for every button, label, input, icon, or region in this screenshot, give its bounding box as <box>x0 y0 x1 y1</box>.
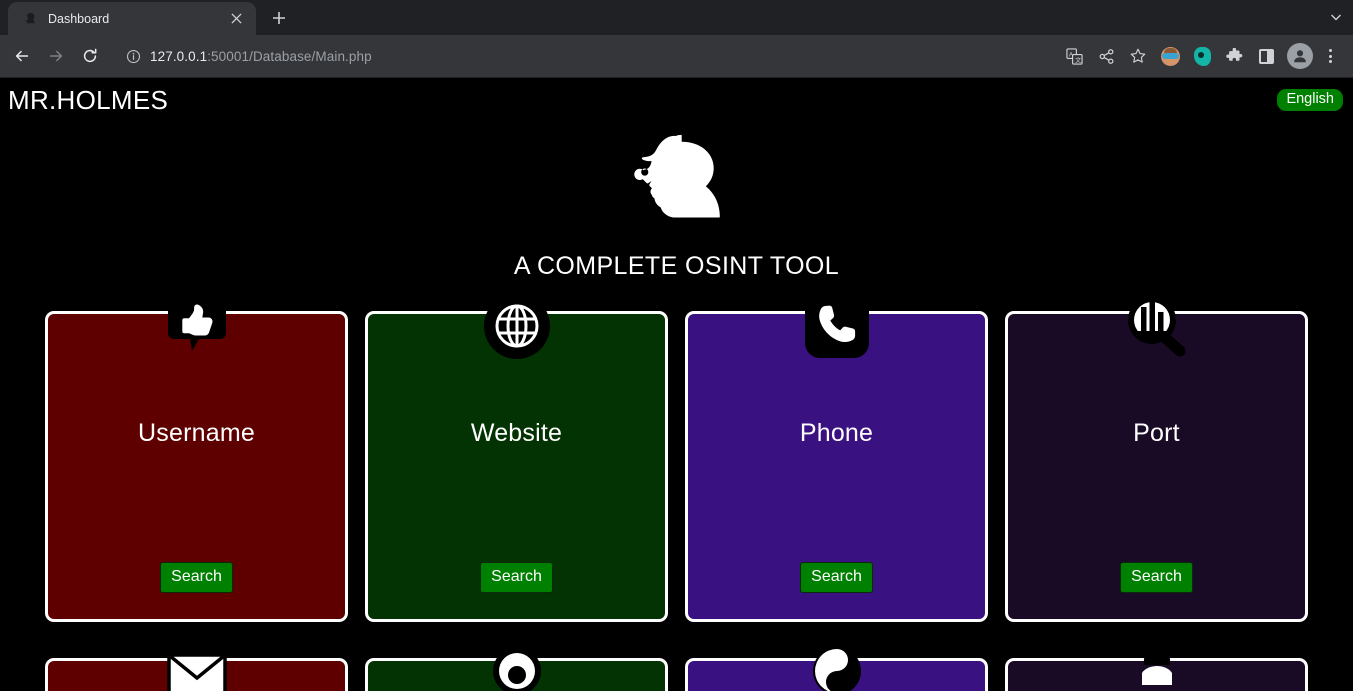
card-yinyang[interactable]: Yin Search <box>685 658 988 691</box>
reload-icon[interactable] <box>74 40 106 72</box>
search-button[interactable]: Search <box>160 562 233 593</box>
profile-avatar-icon[interactable] <box>1287 43 1313 69</box>
card-website[interactable]: Website Search <box>365 311 668 622</box>
sherlock-silhouette-icon <box>22 10 39 27</box>
info-circle-icon[interactable] <box>126 49 141 64</box>
new-tab-button[interactable] <box>265 4 293 32</box>
browser-tab-dashboard[interactable]: Dashboard <box>8 2 256 35</box>
url-text: 127.0.0.1:50001/Database/Main.php <box>150 49 372 64</box>
search-button[interactable]: Search <box>800 562 873 593</box>
logo <box>0 128 1353 232</box>
page-title: MR.HOLMES <box>8 87 168 113</box>
close-icon[interactable] <box>226 9 246 29</box>
card-email[interactable]: Email Search <box>45 658 348 691</box>
url-host: 127.0.0.1 <box>150 49 207 64</box>
site-header: MR.HOLMES English <box>0 78 1353 122</box>
card-title: Port <box>1133 419 1180 448</box>
card-username[interactable]: Username Search <box>45 311 348 622</box>
puzzle-extensions-icon[interactable] <box>1219 41 1249 71</box>
bookmark-star-icon[interactable] <box>1123 41 1153 71</box>
language-button[interactable]: English <box>1277 89 1343 112</box>
extension-face-icon[interactable] <box>1155 41 1185 71</box>
card-phone[interactable]: Phone Search <box>685 311 988 622</box>
back-arrow-icon[interactable] <box>6 40 38 72</box>
phone-handset-icon <box>802 291 872 361</box>
page-content: MR.HOLMES English A COMPLETE OSINT TOOL <box>0 78 1353 691</box>
hero-section: A COMPLETE OSINT TOOL <box>0 128 1353 281</box>
three-dot-menu-icon[interactable] <box>1315 41 1345 71</box>
tab-title: Dashboard <box>48 12 217 26</box>
thumbs-up-speech-bubble-icon <box>162 291 232 361</box>
location-pin-icon <box>482 638 552 691</box>
translate-icon[interactable]: A 文 <box>1059 41 1089 71</box>
forward-arrow-icon[interactable] <box>40 40 72 72</box>
tagline: A COMPLETE OSINT TOOL <box>0 252 1353 281</box>
card-title: Website <box>471 419 562 448</box>
yin-yang-icon <box>802 638 872 691</box>
card-title: Phone <box>800 419 873 448</box>
magnifier-bars-icon <box>1122 291 1192 361</box>
extension-teal-icon[interactable] <box>1187 41 1217 71</box>
sherlock-holmes-silhouette-icon <box>625 126 729 235</box>
svg-text:文: 文 <box>1075 56 1081 64</box>
card-person[interactable]: Person Search <box>1005 658 1308 691</box>
share-icon[interactable] <box>1091 41 1121 71</box>
card-location[interactable]: Circle Search <box>365 658 668 691</box>
tab-strip: Dashboard <box>0 0 1353 35</box>
globe-icon <box>482 291 552 361</box>
person-hat-icon <box>1122 638 1192 691</box>
side-panel-icon[interactable] <box>1251 41 1281 71</box>
address-bar[interactable]: 127.0.0.1:50001/Database/Main.php <box>116 42 1051 70</box>
search-button[interactable]: Search <box>480 562 553 593</box>
card-grid: Username Search Website Search <box>0 311 1353 691</box>
search-button[interactable]: Search <box>1120 562 1193 593</box>
card-title: Username <box>138 419 255 448</box>
browser-window: Dashboard <box>0 0 1353 691</box>
card-port[interactable]: Port Search <box>1005 311 1308 622</box>
url-path: :50001/Database/Main.php <box>207 49 372 64</box>
browser-toolbar: 127.0.0.1:50001/Database/Main.php A 文 <box>0 35 1353 78</box>
envelope-icon <box>162 638 232 691</box>
chevron-down-icon[interactable] <box>1319 0 1353 34</box>
